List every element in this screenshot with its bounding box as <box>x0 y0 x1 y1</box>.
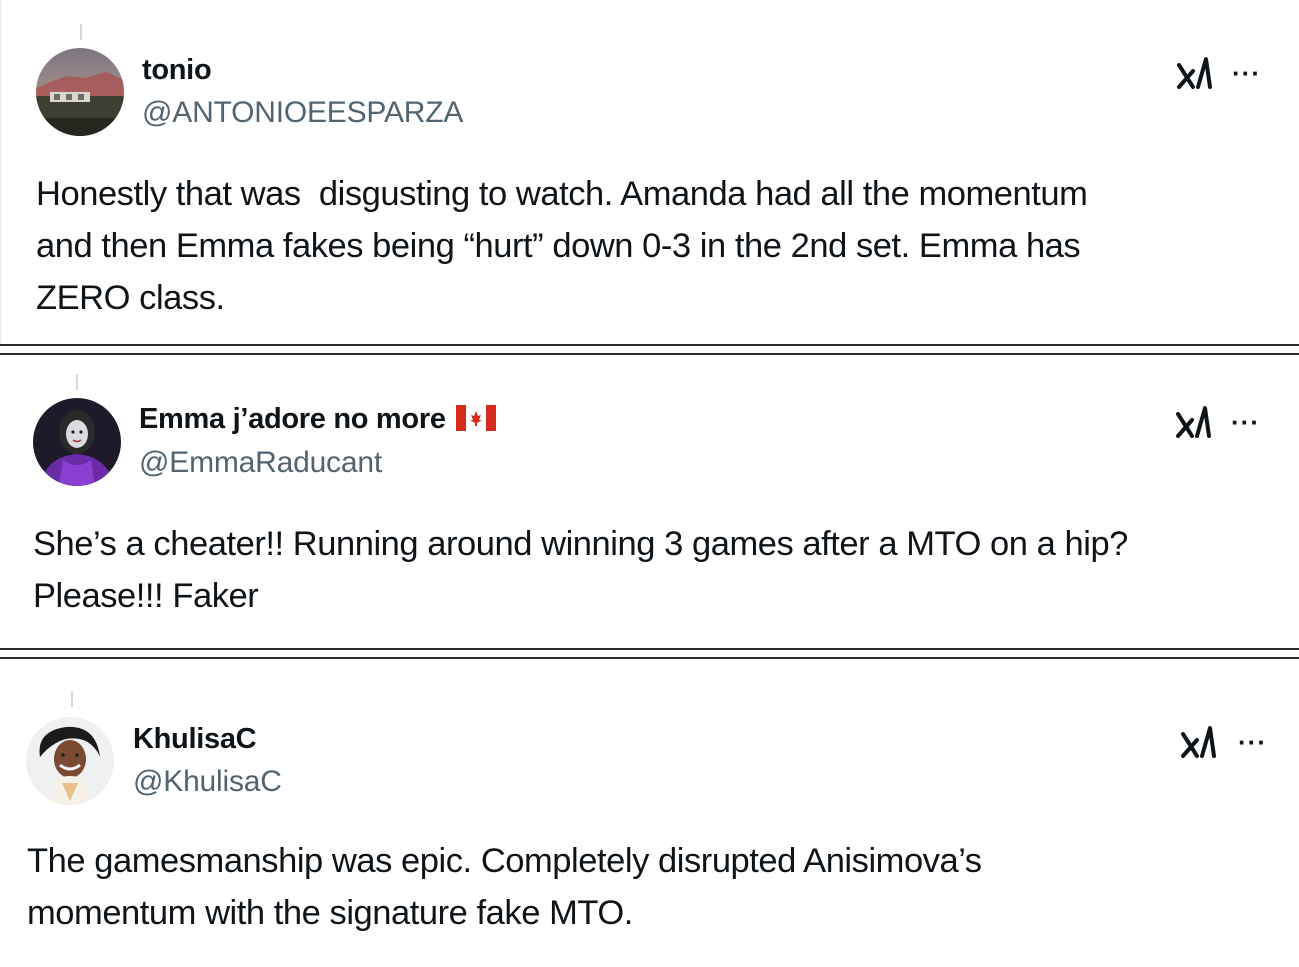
divider <box>0 344 1299 355</box>
thread-line <box>80 24 82 40</box>
grok-icon[interactable] <box>1176 54 1214 92</box>
display-name[interactable]: KhulisaC <box>133 723 257 756</box>
display-name[interactable]: Emma j’adore no more <box>139 403 496 436</box>
thread-line <box>76 374 78 390</box>
thread-line <box>71 691 73 707</box>
tweet-text: Honestly that was disgusting to watch. A… <box>36 175 1088 317</box>
tweet-card: tonio @ANTONIOEESPARZA ··· Honestly that… <box>0 0 1299 344</box>
more-options-icon[interactable]: ··· <box>1238 729 1274 755</box>
tweet-text: The gamesmanship was epic. Completely di… <box>27 842 982 932</box>
avatar[interactable] <box>26 717 114 805</box>
user-handle[interactable]: @KhulisaC <box>133 765 282 799</box>
avatar-image <box>33 398 121 486</box>
divider <box>0 648 1299 659</box>
display-name-text: Emma j’adore no more <box>139 403 446 435</box>
avatar-image <box>36 48 124 136</box>
tweet-card: Emma j’adore no more @EmmaRaducant ··· S… <box>0 355 1299 646</box>
more-options-icon[interactable]: ··· <box>1232 60 1268 86</box>
tweet-card: KhulisaC @KhulisaC ··· The gamesmanship … <box>0 661 1299 967</box>
canada-flag-icon <box>455 405 496 431</box>
avatar[interactable] <box>36 48 124 136</box>
grok-icon[interactable] <box>1180 723 1218 761</box>
display-name[interactable]: tonio <box>142 54 212 87</box>
grok-icon[interactable] <box>1175 403 1213 441</box>
avatar[interactable] <box>33 398 121 486</box>
tweet-text: She’s a cheater!! Running around winning… <box>33 525 1128 615</box>
avatar-image <box>26 717 114 805</box>
more-options-icon[interactable]: ··· <box>1231 409 1267 435</box>
user-handle[interactable]: @EmmaRaducant <box>139 446 382 480</box>
tweet-screenshot-collage: tonio @ANTONIOEESPARZA ··· Honestly that… <box>0 0 1299 967</box>
user-handle[interactable]: @ANTONIOEESPARZA <box>142 96 463 130</box>
